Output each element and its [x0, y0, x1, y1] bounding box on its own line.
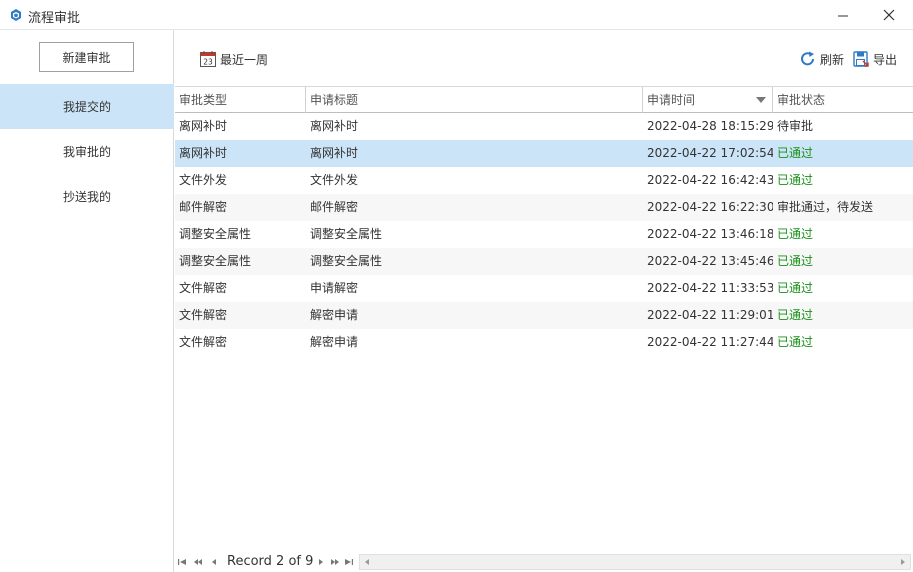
cell-status: 已通过	[777, 227, 814, 241]
cell-time: 2022-04-22 13:46:18	[647, 227, 773, 241]
close-icon	[883, 9, 895, 21]
refresh-button[interactable]: 刷新	[799, 50, 844, 68]
sidebar: 新建审批 我提交的 我审批的 抄送我的	[0, 30, 174, 572]
previous-page-button[interactable]	[193, 556, 203, 568]
cell-type: 邮件解密	[179, 200, 228, 214]
cell-type: 离网补时	[179, 146, 228, 160]
cell-time: 2022-04-22 16:42:43	[647, 173, 773, 187]
cell-time: 2022-04-22 11:29:01	[647, 308, 773, 322]
record-navigator: Record 2 of 9	[175, 553, 913, 572]
table-row[interactable]: 文件解密 解密申请 2022-04-22 11:29:01 已通过	[175, 302, 913, 329]
refresh-icon	[801, 51, 814, 66]
sidebar-item-cc-to-me[interactable]: 抄送我的	[0, 174, 174, 219]
first-record-button[interactable]	[177, 556, 187, 568]
cell-status: 审批通过，待发送	[777, 200, 874, 214]
first-record-icon	[178, 559, 186, 565]
table-row[interactable]: 离网补时 离网补时 2022-04-22 17:02:54 已通过	[175, 140, 913, 167]
table-row[interactable]: 文件外发 文件外发 2022-04-22 16:42:43 已通过	[175, 167, 913, 194]
horizontal-scrollbar[interactable]	[359, 554, 911, 570]
cell-type: 调整安全属性	[179, 227, 252, 241]
cell-status: 已通过	[777, 254, 814, 268]
new-approval-button[interactable]: 新建审批	[39, 42, 134, 72]
column-header-title[interactable]: 申请标题	[306, 87, 643, 113]
cell-title: 解密申请	[310, 308, 359, 322]
sidebar-item-to-approve[interactable]: 我审批的	[0, 129, 174, 174]
date-filter-label: 最近一周	[220, 52, 269, 67]
cell-title: 解密申请	[310, 335, 359, 349]
column-header-status[interactable]: 审批状态	[773, 87, 913, 113]
column-header-time[interactable]: 申请时间	[643, 87, 773, 113]
cell-status: 已通过	[777, 173, 814, 187]
cell-type: 离网补时	[179, 119, 228, 133]
scroll-left-arrow-icon[interactable]	[360, 555, 374, 569]
calendar-icon-number: 23	[203, 58, 213, 67]
table-row[interactable]: 邮件解密 邮件解密 2022-04-22 16:22:30 审批通过，待发送	[175, 194, 913, 221]
toolbar: 23 最近一周 刷新 导出	[175, 30, 913, 86]
next-page-button[interactable]	[330, 556, 340, 568]
table-row[interactable]: 调整安全属性 调整安全属性 2022-04-22 13:46:18 已通过	[175, 221, 913, 248]
window-title: 流程审批	[28, 11, 81, 26]
sort-descending-icon	[756, 97, 766, 103]
cell-status: 已通过	[777, 146, 814, 160]
previous-record-button[interactable]	[209, 556, 219, 568]
minimize-icon	[838, 15, 848, 17]
cell-time: 2022-04-22 16:22:30	[647, 200, 773, 214]
export-button[interactable]: 导出	[852, 50, 897, 68]
cell-title: 申请解密	[310, 281, 359, 295]
scroll-right-arrow-icon[interactable]	[896, 555, 910, 569]
table-body: 离网补时 离网补时 2022-04-28 18:15:29 待审批 离网补时 离网补时 20…	[175, 113, 913, 356]
cell-status: 已通过	[777, 335, 814, 349]
cell-type: 文件解密	[179, 335, 228, 349]
sidebar-item-submitted[interactable]: 我提交的	[0, 84, 174, 129]
cell-title: 离网补时	[310, 146, 359, 160]
cell-time: 2022-04-22 11:27:44	[647, 335, 773, 349]
export-label: 导出	[873, 52, 898, 67]
column-header-type[interactable]: 审批类型	[175, 87, 306, 113]
table-row[interactable]: 文件解密 解密申请 2022-04-22 11:27:44 已通过	[175, 329, 913, 356]
cell-time: 2022-04-22 17:02:54	[647, 146, 773, 160]
cell-title: 离网补时	[310, 119, 359, 133]
next-record-icon	[319, 559, 323, 565]
last-record-icon	[345, 559, 353, 565]
cell-title: 文件外发	[310, 173, 359, 187]
cell-type: 文件解密	[179, 308, 228, 322]
record-counter: Record 2 of 9	[227, 554, 314, 569]
close-button[interactable]	[866, 0, 912, 30]
date-filter-button[interactable]: 23 最近一周	[199, 50, 268, 68]
table-row[interactable]: 文件解密 申请解密 2022-04-22 11:33:53 已通过	[175, 275, 913, 302]
title-bar: 流程审批	[0, 0, 913, 30]
cell-title: 调整安全属性	[310, 254, 383, 268]
next-record-button[interactable]	[316, 556, 326, 568]
table-row[interactable]: 调整安全属性 调整安全属性 2022-04-22 13:45:46 已通过	[175, 248, 913, 275]
table-row[interactable]: 离网补时 离网补时 2022-04-28 18:15:29 待审批	[175, 113, 913, 140]
cell-time: 2022-04-28 18:15:29	[647, 119, 773, 133]
cell-type: 文件解密	[179, 281, 228, 295]
export-icon	[853, 51, 869, 67]
cell-time: 2022-04-22 11:33:53	[647, 281, 773, 295]
cell-status: 已通过	[777, 281, 814, 295]
cell-title: 邮件解密	[310, 200, 359, 214]
cell-time: 2022-04-22 13:45:46	[647, 254, 773, 268]
app-logo-icon	[11, 9, 21, 21]
next-page-icon	[331, 559, 339, 565]
previous-page-icon	[194, 559, 202, 565]
cell-type: 文件外发	[179, 173, 228, 187]
column-header-time-label: 申请时间	[647, 93, 696, 107]
calendar-icon: 23	[200, 51, 216, 67]
table-header: 审批类型 申请标题 申请时间 审批状态	[175, 86, 913, 113]
cell-status: 已通过	[777, 308, 814, 322]
cell-title: 调整安全属性	[310, 227, 383, 241]
refresh-label: 刷新	[820, 52, 845, 67]
previous-record-icon	[212, 559, 216, 565]
minimize-button[interactable]	[820, 0, 866, 30]
cell-type: 调整安全属性	[179, 254, 252, 268]
last-record-button[interactable]	[344, 556, 354, 568]
approval-table: 审批类型 申请标题 申请时间 审批状态 离网补时 离网补时 2022-04-28 1…	[175, 86, 913, 553]
cell-status: 待审批	[777, 119, 814, 133]
